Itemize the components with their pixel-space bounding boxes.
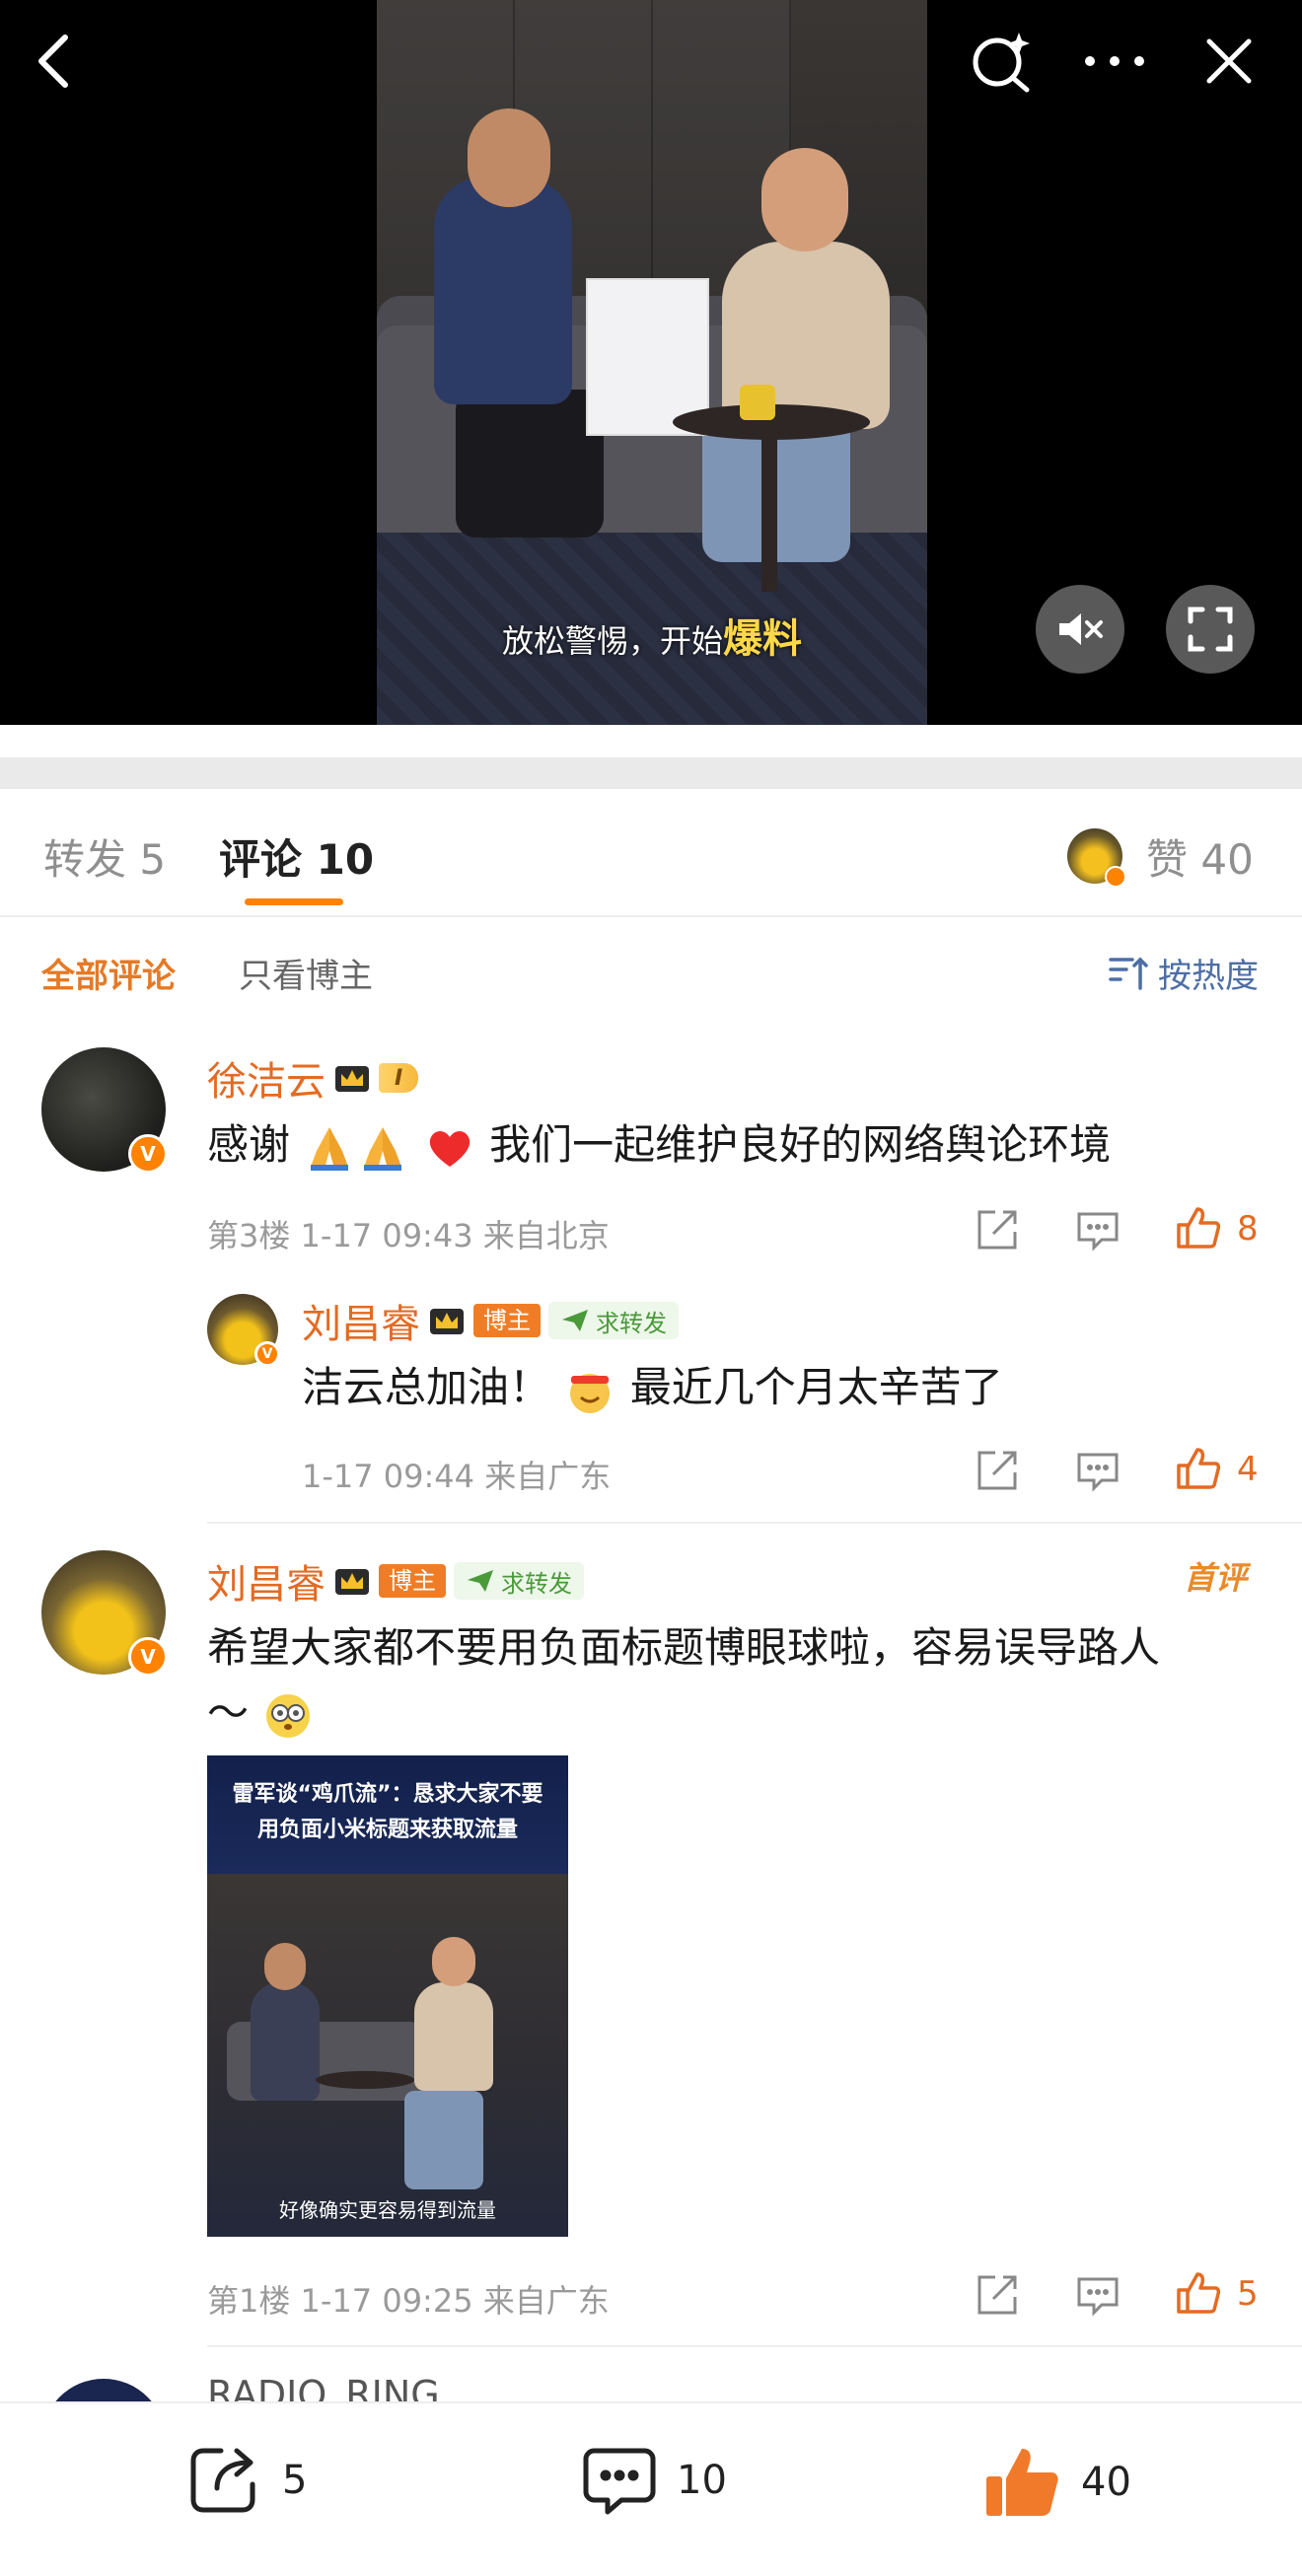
share-icon [977,2275,1017,2315]
liker-avatar[interactable] [1067,828,1126,888]
more-button[interactable] [1075,22,1154,101]
share-comment-button[interactable] [973,2270,1022,2320]
reply-text: 洁云总加油！ 最近几个月太辛苦了 [302,1355,1003,1420]
tab-comments[interactable]: 评论 10 [219,826,374,887]
thumbs-up-icon [1177,1207,1221,1249]
reply-author[interactable]: 刘昌睿 博主 求转发 [302,1292,679,1349]
search-sparkle-icon [973,33,1030,93]
host-badge: 博主 [379,1564,446,1598]
share-icon [977,1210,1017,1250]
thumbs-up-icon [1177,2272,1221,2314]
repost-button[interactable]: 5 [187,2443,307,2518]
comment-author[interactable]: 徐洁云 I [207,1049,419,1107]
like-count: 5 [1237,2274,1259,2314]
sort-icon [1109,957,1148,990]
comment-meta: 第1楼 1-17 09:25 来自广东 [207,2282,610,2320]
repost-icon [190,2448,255,2513]
comment-image[interactable]: 雷军谈“鸡爪流”：恳求大家不要 用负面小米标题来获取流量 好像确实更容易得到流量 [207,1755,568,2237]
close-icon [1206,38,1252,84]
mute-button[interactable] [1036,585,1124,674]
bottom-action-bar: 5 10 40 [0,2401,1302,2576]
username[interactable]: 刘昌睿 [302,1292,420,1349]
comment-icon [1077,2277,1119,2317]
video-player[interactable]: 放松警惕，开始爆料 [0,0,1302,725]
crown-icon [430,1309,464,1334]
search-button[interactable] [963,22,1042,101]
like-comment-button[interactable] [1174,1203,1223,1252]
comment-icon [1077,1212,1119,1252]
member-level-badge: I [379,1063,419,1093]
host-badge: 博主 [473,1304,541,1337]
paper-plane-icon [562,1310,588,1331]
comment-text: 希望大家都不要用负面标题博眼球啦，容易误导路人 ～ [207,1615,1272,1746]
share-icon [977,1451,1017,1490]
crown-icon [335,1569,369,1595]
crown-icon [335,1066,369,1092]
avatar[interactable] [41,2379,166,2401]
pray-hands-emoji-icon [311,1126,349,1171]
first-comment-badge: 首评 [1184,1559,1248,1597]
active-tab-indicator [245,898,343,905]
request-repost-badge: 求转发 [454,1562,584,1600]
tab-likes[interactable]: 赞 40 [1146,826,1254,887]
heart-emoji-icon [429,1130,470,1167]
comment-filter-bar: 全部评论 只看博主 按热度 [0,917,1302,1021]
divider [207,2345,1302,2347]
image-caption: 好像确实更容易得到流量 [279,2198,496,2222]
comment-meta: 第3楼 1-17 09:43 来自北京 [207,1217,610,1254]
fullscreen-button[interactable] [1166,585,1255,674]
tab-reposts[interactable]: 转发 5 [43,826,166,887]
username[interactable]: 徐洁云 [207,1049,326,1107]
paper-plane-icon [468,1570,493,1592]
reply-comment-button[interactable] [1073,1446,1122,1495]
like-button[interactable]: 40 [982,2443,1131,2522]
reply-comment-button[interactable] [1073,2270,1122,2320]
more-icon [1085,56,1144,66]
image-title: 雷军谈“鸡爪流”：恳求大家不要 用负面小米标题来获取流量 [207,1755,568,1874]
share-comment-button[interactable] [973,1205,1022,1254]
thumbs-up-icon [1177,1448,1221,1489]
dizzy-face-emoji-icon [266,1693,311,1738]
section-gap [0,757,1302,789]
pray-hands-emoji-icon [364,1126,402,1171]
comment-icon [583,2448,656,2515]
filter-all-comments[interactable]: 全部评论 [41,949,176,997]
like-comment-button[interactable] [1174,2268,1223,2318]
like-count: 8 [1237,1209,1259,1249]
close-button[interactable] [1190,22,1268,101]
reply-comment-button[interactable] [1073,1205,1122,1254]
fullscreen-icon [1188,607,1233,652]
back-button[interactable] [14,22,93,101]
video-subtitle: 放松警惕，开始爆料 [501,616,802,662]
request-repost-badge: 求转发 [548,1302,679,1339]
comment-button[interactable]: 10 [582,2443,727,2518]
next-comment-peek: RADIO_RING [0,2379,1302,2401]
avatar[interactable]: V [207,1294,280,1367]
comment-text: 感谢 我们一起维护良好的网络舆论环境 [207,1112,1111,1178]
sort-label: 按热度 [1158,957,1259,996]
like-count: 4 [1237,1450,1259,1489]
reply-meta: 1-17 09:44 来自广东 [302,1458,612,1495]
thumbs-up-filled-icon [986,2449,1058,2516]
image-scene [207,1874,568,2237]
share-comment-button[interactable] [973,1446,1022,1495]
back-icon [38,35,68,88]
sort-button[interactable]: 按热度 [1109,949,1259,997]
avatar[interactable]: V [41,1550,168,1677]
username[interactable]: 刘昌睿 [207,1552,326,1610]
comment-icon [1077,1453,1119,1492]
divider [207,1522,1302,1524]
video-frame: 放松警惕，开始爆料 [377,0,927,725]
filter-author-only[interactable]: 只看博主 [239,949,373,997]
mute-icon [1059,613,1103,645]
username[interactable]: RADIO_RING [207,2379,440,2401]
like-comment-button[interactable] [1174,1444,1223,1493]
comment-author[interactable]: 刘昌睿 博主 求转发 [207,1552,584,1610]
cheer-emoji-icon [570,1373,611,1413]
avatar[interactable]: V [41,1047,168,1174]
